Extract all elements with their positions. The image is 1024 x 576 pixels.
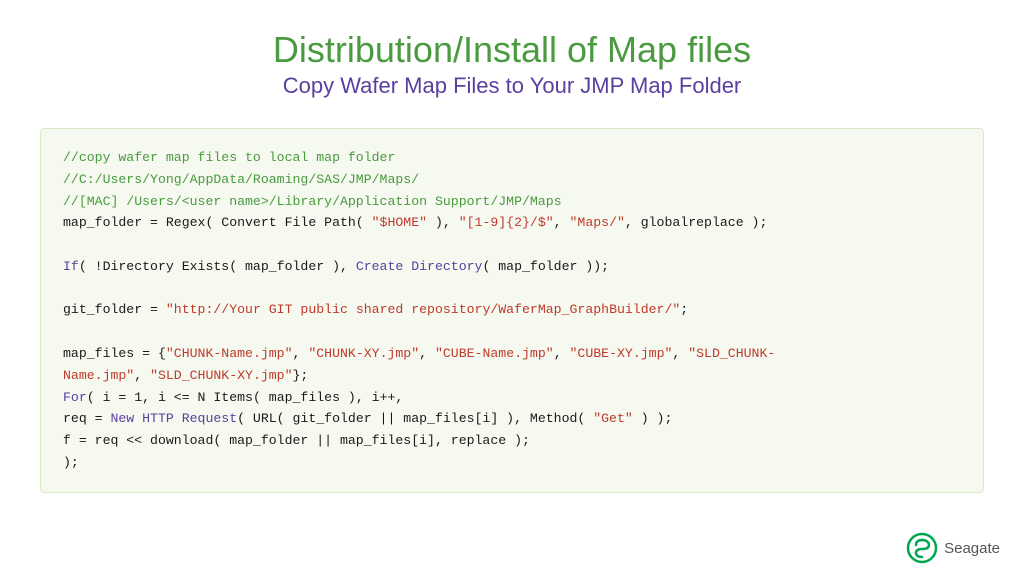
line8-normal: , [134, 368, 150, 383]
line9-normal2: ( map_files ), i++, [253, 390, 403, 405]
code-line-7: map_files = {"CHUNK-Name.jmp", "CHUNK-XY… [63, 343, 961, 365]
line6-normal: git_folder = [63, 302, 166, 317]
line4-normal2: ), [427, 215, 459, 230]
code-line-3: //[MAC] /Users/<user name>/Library/Appli… [63, 191, 961, 213]
line5-kw: If [63, 259, 79, 274]
line10-kw: New HTTP Request [110, 411, 237, 426]
code-line-4: map_folder = Regex( Convert File Path( "… [63, 212, 961, 234]
line7-str1: "CHUNK-Name.jmp" [166, 346, 293, 361]
code-line-11: f = req << download( map_folder || map_f… [63, 430, 961, 452]
line7-normal4: , [554, 346, 570, 361]
line9-normal: ( i = 1, i <= N [87, 390, 214, 405]
line10-normal2: ( URL( git_folder || map_files[i] ), Met… [237, 411, 593, 426]
page-title-main: Distribution/Install of Map files [0, 28, 1024, 71]
line7-str4: "CUBE-XY.jmp" [570, 346, 673, 361]
line12-end: ); [63, 455, 79, 470]
line10-end: ) ); [633, 411, 673, 426]
comment-3: //[MAC] /Users/<user name>/Library/Appli… [63, 194, 562, 209]
code-line-blank2 [63, 278, 961, 300]
code-line-10: req = New HTTP Request( URL( git_folder … [63, 408, 961, 430]
code-line-9: For( i = 1, i <= N Items( map_files ), i… [63, 387, 961, 409]
comment-2: //C:/Users/Yong/AppData/Roaming/SAS/JMP/… [63, 172, 419, 187]
code-line-8: Name.jmp", "SLD_CHUNK-XY.jmp"}; [63, 365, 961, 387]
line9-kw: For [63, 390, 87, 405]
line4-str1: "$HOME" [372, 215, 427, 230]
code-line-blank1 [63, 234, 961, 256]
line5-kw2: Create Directory [356, 259, 483, 274]
line7-str5: "SLD_CHUNK- [688, 346, 775, 361]
line4-str3: "Maps/" [570, 215, 625, 230]
seagate-logo-icon [906, 532, 938, 564]
line5-normal2: ( map_folder )); [482, 259, 609, 274]
line10-normal: req = [63, 411, 110, 426]
logo-text: Seagate [944, 540, 1000, 557]
line4-normal1: map_folder = Regex( Convert File Path( [63, 215, 372, 230]
code-line-2: //C:/Users/Yong/AppData/Roaming/SAS/JMP/… [63, 169, 961, 191]
line10-str: "Get" [593, 411, 633, 426]
line9-items: Items [213, 390, 253, 405]
line11-normal: f = req << download( map_folder || map_f… [63, 433, 530, 448]
line7-str3: "CUBE-Name.jmp" [435, 346, 554, 361]
line5-normal: ( !Directory Exists( map_folder ), [79, 259, 356, 274]
line7-normal: map_files = { [63, 346, 166, 361]
line8-str2: "SLD_CHUNK-XY.jmp" [150, 368, 292, 383]
line4-normal3: , [554, 215, 570, 230]
code-block: //copy wafer map files to local map fold… [40, 128, 984, 493]
line7-str2: "CHUNK-XY.jmp" [308, 346, 419, 361]
line7-normal5: , [672, 346, 688, 361]
line4-str2: "[1-9]{2}/$" [459, 215, 554, 230]
code-line-blank3 [63, 321, 961, 343]
line8-str1: Name.jmp" [63, 368, 134, 383]
line7-normal3: , [419, 346, 435, 361]
line6-end: ; [680, 302, 688, 317]
line7-normal2: , [293, 346, 309, 361]
code-line-1: //copy wafer map files to local map fold… [63, 147, 961, 169]
comment-1: //copy wafer map files to local map fold… [63, 150, 395, 165]
line8-end: }; [293, 368, 309, 383]
page-title-sub: Copy Wafer Map Files to Your JMP Map Fol… [0, 71, 1024, 102]
code-line-12: ); [63, 452, 961, 474]
logo-area: Seagate [906, 532, 1000, 564]
code-line-6: git_folder = "http://Your GIT public sha… [63, 299, 961, 321]
line4-normal4: , globalreplace ); [625, 215, 767, 230]
line6-str: "http://Your GIT public shared repositor… [166, 302, 680, 317]
code-line-5: If( !Directory Exists( map_folder ), Cre… [63, 256, 961, 278]
